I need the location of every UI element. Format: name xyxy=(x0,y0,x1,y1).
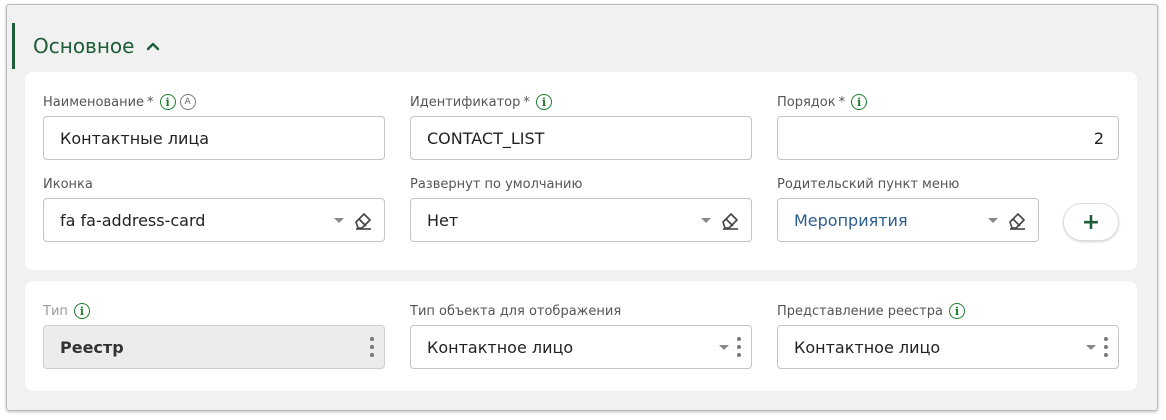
plus-icon: + xyxy=(1081,209,1101,235)
registry-fields-card: Тип i Реестр Тип объекта для отображения… xyxy=(25,281,1137,391)
identifier-field: Идентификатор * i CONTACT_LIST xyxy=(410,94,752,160)
registry-view-label: Представление реестра xyxy=(777,303,943,319)
eraser-icon[interactable] xyxy=(719,209,741,231)
name-input[interactable]: Контактные лица xyxy=(43,116,385,160)
section-header-toggle[interactable]: Основное xyxy=(12,23,160,69)
required-mark: * xyxy=(523,94,530,110)
section-title: Основное xyxy=(33,34,135,58)
type-field: Тип i Реестр xyxy=(43,303,385,369)
parent-menu-field: Родительский пункт меню Мероприятия xyxy=(777,176,1039,242)
eraser-icon[interactable] xyxy=(352,209,374,231)
icon-label: Иконка xyxy=(43,176,93,192)
identifier-label: Идентификатор xyxy=(410,94,521,110)
general-fields-card: Наименование * i A Контактные лица Идент… xyxy=(25,72,1137,270)
expanded-default-field: Развернут по умолчанию Нет xyxy=(410,176,752,242)
registry-view-select[interactable]: Контактное лицо xyxy=(777,325,1119,369)
identifier-input[interactable]: CONTACT_LIST xyxy=(410,116,752,160)
dropdown-caret-icon[interactable] xyxy=(334,217,344,223)
dropdown-caret-icon[interactable] xyxy=(701,217,711,223)
eraser-icon[interactable] xyxy=(1006,209,1028,231)
info-icon[interactable]: i xyxy=(73,303,90,319)
kebab-menu-icon[interactable] xyxy=(737,337,741,357)
main-section-panel: Основное Наименование * i A Контактные л… xyxy=(6,4,1158,411)
object-type-label: Тип объекта для отображения xyxy=(410,303,622,319)
chevron-up-icon xyxy=(147,42,160,51)
info-icon[interactable]: i xyxy=(851,94,868,110)
info-icon[interactable]: i xyxy=(159,94,176,110)
name-label: Наименование xyxy=(43,94,145,110)
required-mark: * xyxy=(838,94,846,110)
expanded-default-label: Развернут по умолчанию xyxy=(410,176,583,192)
icon-select[interactable]: fa fa-address-card xyxy=(43,198,385,242)
auto-translate-icon[interactable]: A xyxy=(179,94,196,110)
type-select-disabled: Реестр xyxy=(43,325,385,369)
kebab-menu-icon xyxy=(370,337,374,357)
icon-field: Иконка fa fa-address-card xyxy=(43,176,385,242)
info-icon[interactable]: i xyxy=(535,94,552,110)
object-type-select[interactable]: Контактное лицо xyxy=(410,325,752,369)
order-label: Порядок xyxy=(777,94,836,110)
parent-menu-select[interactable]: Мероприятия xyxy=(777,198,1039,242)
required-mark: * xyxy=(147,94,154,110)
parent-menu-label: Родительский пункт меню xyxy=(777,176,960,192)
kebab-menu-icon[interactable] xyxy=(1104,337,1108,357)
info-icon[interactable]: i xyxy=(948,303,965,319)
type-label: Тип xyxy=(43,303,68,319)
registry-view-field: Представление реестра i Контактное лицо xyxy=(777,303,1119,369)
order-field: Порядок * i 2 xyxy=(777,94,1119,160)
expanded-default-select[interactable]: Нет xyxy=(410,198,752,242)
dropdown-caret-icon[interactable] xyxy=(988,217,998,223)
dropdown-caret-icon[interactable] xyxy=(719,344,729,350)
order-input[interactable]: 2 xyxy=(777,116,1119,160)
object-type-field: Тип объекта для отображения Контактное л… xyxy=(410,303,752,369)
name-field: Наименование * i A Контактные лица xyxy=(43,94,385,160)
add-parent-menu-button[interactable]: + xyxy=(1063,203,1119,241)
dropdown-caret-icon[interactable] xyxy=(1086,344,1096,350)
